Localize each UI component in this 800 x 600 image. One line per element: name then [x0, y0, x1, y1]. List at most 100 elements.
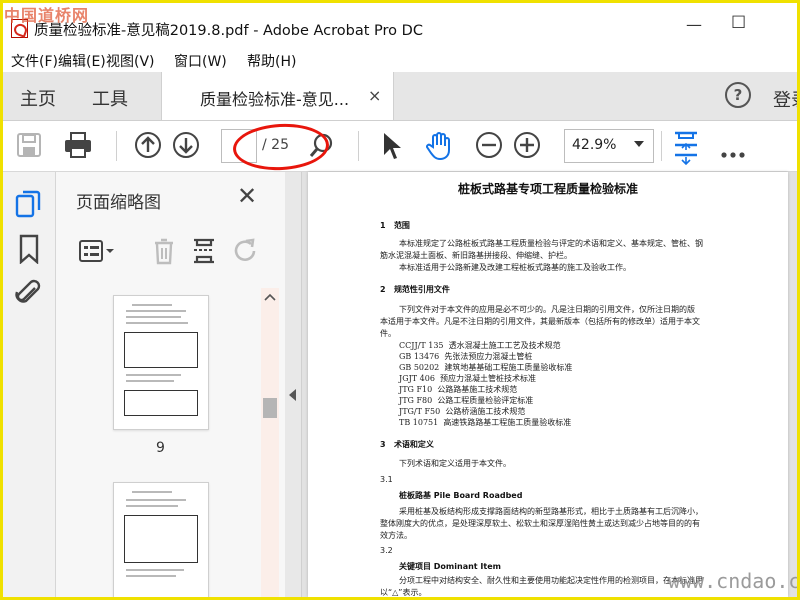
maximize-button[interactable]: ☐: [731, 13, 746, 33]
thumbnail-page-number: 9: [156, 440, 165, 456]
reference-item: GB 50202 建筑地基基础工程施工质量验收标准: [399, 362, 572, 373]
tab-document-label: 质量检验标准-意见...: [200, 90, 350, 109]
page-thumbnails-icon[interactable]: [15, 188, 43, 224]
menu-window[interactable]: 窗口(W): [174, 51, 227, 71]
fit-page-icon[interactable]: [671, 127, 701, 171]
menu-file[interactable]: 文件(F): [11, 51, 58, 71]
watermark-top: 中国道桥网: [4, 6, 90, 25]
paragraph-line: 采用桩基及板结构形成支撑路面结构的新型路基形式，相比于土质路基有工后沉降小，: [399, 507, 703, 516]
thumbnails-panel: 页面缩略图 ✕ 9: [56, 172, 286, 599]
zoom-in-icon[interactable]: [513, 131, 541, 163]
toolbar-separator: [116, 131, 117, 161]
bookmark-icon[interactable]: [17, 234, 41, 268]
thumbnail-scrollbar[interactable]: [261, 288, 279, 597]
watermark-bottom: www.cndao.com: [668, 569, 800, 593]
select-cursor-icon[interactable]: [381, 131, 403, 165]
paragraph-line: 下列术语和定义适用于本文件。: [399, 459, 511, 468]
zoom-level-value: 42.9%: [572, 137, 617, 153]
navigation-rail: [3, 172, 56, 597]
collapse-arrow-icon: [289, 389, 296, 401]
previous-page-icon[interactable]: [134, 131, 162, 163]
ref-code: JTG/T F50: [399, 407, 441, 416]
more-options-icon[interactable]: [721, 143, 747, 162]
minimize-button[interactable]: —: [686, 15, 702, 34]
paragraph-line: 本标准规定了公路桩板式路基工程质量检验与评定的术语和定义、基本规定、管桩、钢: [399, 239, 703, 248]
rotate-page-icon[interactable]: [232, 236, 260, 270]
chevron-down-icon: [634, 141, 644, 147]
thumbnail-table: [124, 515, 198, 563]
zoom-level-select[interactable]: 42.9%: [564, 129, 654, 163]
document-viewport[interactable]: 桩板式路基专项工程质量检验标准 1 范围 本标准规定了公路桩板式路基工程质量检验…: [302, 172, 797, 597]
section-number: 2: [380, 285, 386, 294]
ref-name: 建筑地基基础工程施工质量验收标准: [444, 363, 573, 372]
zoom-out-icon[interactable]: [475, 131, 503, 163]
delete-page-icon[interactable]: [152, 236, 176, 270]
close-tab-button[interactable]: ×: [368, 86, 381, 105]
attachment-icon[interactable]: [15, 278, 43, 312]
thumbnail-table: [124, 390, 198, 416]
section-title: 范围: [393, 221, 410, 230]
ref-code: GB 13476: [399, 352, 440, 361]
thumbnail-text-line: [126, 499, 186, 501]
paragraph-line: 下列文件对于本文件的应用是必不可少的。凡是注日期的引用文件，仅所注日期的版: [399, 305, 695, 314]
page-thumbnail[interactable]: [113, 482, 209, 599]
scroll-up-icon[interactable]: [264, 293, 276, 301]
hand-tool-icon[interactable]: [424, 131, 454, 165]
thumbnail-text-line: [126, 380, 174, 382]
scrollbar-thumb[interactable]: [263, 398, 277, 418]
reference-item: TB 10751 高速铁路路基工程施工质量验收标准: [399, 417, 571, 428]
ref-name: 透水混凝土施工工艺及技术规范: [448, 341, 561, 350]
paragraph-line: 件。: [380, 329, 396, 338]
document-title: 桩板式路基专项工程质量检验标准: [457, 182, 638, 196]
thumbnail-text-line: [126, 575, 176, 577]
section-title: 术语和定义: [393, 440, 434, 449]
paragraph-line: 本标准适用于公路新建及改建工程桩板式路基的施工及验收工作。: [399, 263, 631, 272]
ref-name: 高速铁路路基工程施工质量验收标准: [443, 418, 572, 427]
close-icon[interactable]: ✕: [237, 182, 257, 210]
toolbar: / 25 42.9%: [3, 121, 797, 173]
reference-item: GB 13476 先张法预应力混凝土管桩: [399, 351, 532, 362]
page-thumbnail[interactable]: [113, 295, 209, 430]
thumbnail-text-line: [126, 310, 186, 312]
ref-name: 先张法预应力混凝土管桩: [444, 352, 533, 361]
tab-bar: 主页 工具 质量检验标准-意见... × ? 登录: [3, 72, 800, 121]
tab-home[interactable]: 主页: [20, 85, 56, 111]
ref-code: JGJT 406: [399, 374, 435, 383]
window-title: 质量检验标准-意见稿2019.8.pdf - Adobe Acrobat Pro…: [34, 23, 423, 39]
ref-name: 公路路基施工技术规范: [437, 385, 518, 394]
reference-item: JTG/T F50 公路桥涵施工技术规范: [399, 406, 525, 417]
tab-document[interactable]: 质量检验标准-意见... ×: [161, 72, 394, 120]
reference-item: JTG F10 公路路基施工技术规范: [399, 384, 517, 395]
ref-code: JTG F80: [399, 396, 433, 405]
toolbar-separator: [661, 131, 662, 161]
menu-bar: 文件(F) 编辑(E) 视图(V) 窗口(W) 帮助(H): [3, 44, 797, 72]
paragraph-line: 筋水泥混凝土面板、新旧路基拼接段、伸缩缝、护栏。: [380, 251, 572, 260]
section-heading: 2 规范性引用文件: [380, 284, 450, 295]
insert-page-icon[interactable]: [190, 236, 218, 270]
menu-edit[interactable]: 编辑(E): [58, 51, 106, 71]
reference-item: JTG F80 公路工程质量检验评定标准: [399, 395, 533, 406]
save-icon[interactable]: [15, 131, 43, 163]
paragraph-line: 分项工程中对结构安全、耐久性和主要使用功能起决定性作用的检测项目，在本标准用: [399, 576, 703, 585]
login-link[interactable]: 登录: [773, 86, 800, 112]
paragraph-line: 本适用于本文件。凡是不注日期的引用文件，其最新版本（包括所有的修改单）适用于本文: [380, 317, 700, 326]
reference-item: JGJT 406 预应力混凝土管桩技术标准: [399, 373, 536, 384]
menu-help[interactable]: 帮助(H): [247, 51, 296, 71]
panel-title: 页面缩略图: [76, 193, 161, 213]
options-menu-icon[interactable]: [78, 238, 116, 268]
paragraph-line: 以“△”表示。: [380, 588, 427, 597]
paragraph-line: 整体刚度大的优点，是处理深厚软土、松软土和深厚湿陷性黄土或达到减少占地等目的的有: [380, 519, 700, 528]
section-heading: 1 范围: [380, 220, 410, 231]
thumbnail-text-line: [126, 374, 181, 376]
menu-view[interactable]: 视图(V): [106, 51, 155, 71]
help-icon[interactable]: ?: [725, 82, 751, 108]
print-icon[interactable]: [63, 131, 93, 163]
next-page-icon[interactable]: [172, 131, 200, 163]
ref-name: 公路工程质量检验评定标准: [437, 396, 534, 405]
term-number: 3.1: [380, 475, 393, 484]
thumbnail-text-line: [126, 316, 181, 318]
tab-tools[interactable]: 工具: [92, 85, 128, 111]
section-number: 3: [380, 440, 386, 449]
term-heading: 桩板路基 Pile Board Roadbed: [399, 491, 523, 500]
panel-collapse-handle[interactable]: [285, 172, 302, 597]
